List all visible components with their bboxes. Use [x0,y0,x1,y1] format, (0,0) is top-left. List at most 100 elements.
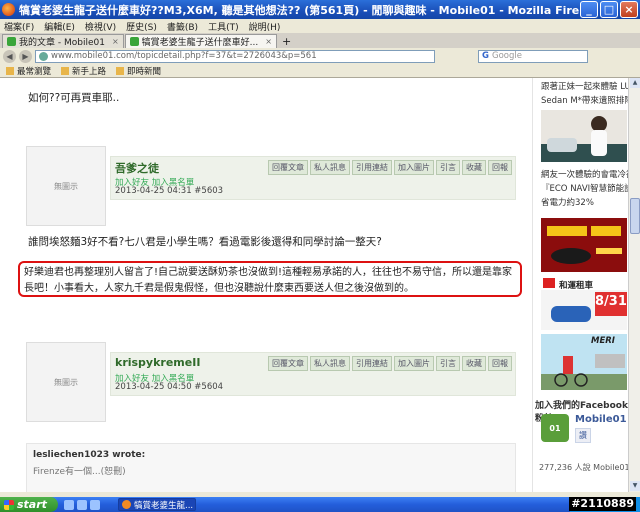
bookmark-getting-started[interactable]: 新手上路 [61,65,106,77]
quote-link-button[interactable]: 引用連結 [352,356,392,371]
facebook-widget: 01 Mobile01 讚 [541,412,627,452]
favorite-button[interactable]: 收藏 [462,160,486,175]
window-controls: _ □ × [580,1,638,18]
menu-history[interactable]: 歷史(S) [126,20,157,33]
quote-button[interactable]: 引言 [436,160,460,175]
windows-taskbar: start 犒賞老婆生龍... [0,497,640,512]
report-button[interactable]: 回報 [488,160,512,175]
quoted-reply: lesliechen1023 wrote: Firenze有一個...(恕刪) [26,443,516,492]
post-actions: 回覆文章 私人訊息 引用連結 加入圖片 引言 收藏 回報 [268,160,512,175]
tab-label: 犒賞老婆生龍子送什麼車好... [141,38,259,48]
ad-headline[interactable]: Sedan M*帶來遺照排隊 [541,94,628,106]
new-tab-button[interactable]: + [278,34,295,48]
tab-my-articles[interactable]: 我的文章 - Mobile01 × [2,34,124,48]
menu-view[interactable]: 檢視(V) [85,20,116,33]
quick-launch-icon[interactable] [77,499,87,510]
search-bar[interactable]: G Google [478,49,588,63]
mobile01-logo[interactable]: 01 [541,414,569,442]
tab-close-icon[interactable]: × [265,37,272,46]
windows-logo-icon [4,499,14,510]
quote-link-button[interactable]: 引用連結 [352,160,392,175]
quote-button[interactable]: 引言 [436,356,460,371]
back-icon[interactable]: ◀ [3,49,16,63]
taskbar-firefox-window[interactable]: 犒賞老婆生龍... [118,498,196,511]
window-titlebar: 犒賞老婆生龍子送什麼車好??M3,X6M, 聽是其他想法?? (第561頁) -… [0,0,640,19]
tab-current-topic[interactable]: 犒賞老婆生龍子送什麼車好... × [124,34,277,48]
ad-headline[interactable]: 『ECO NAVI智慧節能設 [541,182,628,194]
menu-help[interactable]: 說明(H) [249,20,281,33]
tab-strip: 我的文章 - Mobile01 × 犒賞老婆生龍子送什麼車好... × + [0,33,640,48]
site-identity-icon [39,51,48,61]
add-image-button[interactable]: 加入圖片 [394,160,434,175]
bookmarks-toolbar: 最常瀏覽 新手上路 即時新聞 [0,64,640,78]
user-info-box: krispykremeII 加入好友 加入黑名單 2013-04-25 04:5… [110,352,516,396]
page-scrollbar[interactable]: ▲ ▼ [628,78,640,492]
favorite-button[interactable]: 收藏 [462,356,486,371]
private-message-button[interactable]: 私人訊息 [310,160,350,175]
bookmark-news[interactable]: 即時新聞 [116,65,161,77]
search-placeholder: Google [491,51,522,61]
ad-model-image[interactable] [541,110,627,162]
start-button[interactable]: start [0,497,58,512]
reply-button[interactable]: 回覆文章 [268,160,308,175]
menu-edit[interactable]: 編輯(E) [44,20,75,33]
add-image-button[interactable]: 加入圖片 [394,356,434,371]
post-text: 如何??可再買車耶.. [28,92,120,104]
scroll-up-icon[interactable]: ▲ [630,78,640,88]
close-button[interactable]: × [620,1,638,18]
minimize-button[interactable]: _ [580,1,598,18]
scroll-down-icon[interactable]: ▼ [630,481,640,491]
thread-column: 如何??可再買車耶.. 無圖示 吾爹之徒 加入好友 加入黑名單 2013-04-… [18,78,528,492]
ad-headline[interactable]: 跟著正妹一起來體驗 LUX [541,80,628,92]
reply-button[interactable]: 回覆文章 [268,356,308,371]
tab-label: 我的文章 - Mobile01 [19,38,105,48]
ad-brand[interactable]: 和運租車 [559,279,593,291]
post-text: 誰問埃怒麵3好不看?七八君是小學生嗎？看過電影後還得和同學討論一整天? [28,236,382,248]
quick-launch-icon[interactable] [90,499,100,510]
post-meta: 2013-04-25 04:50 #5604 [115,382,224,392]
post-header: 無圖示 krispykremeII 加入好友 加入黑名單 2013-04-25 … [26,342,516,424]
quick-launch [58,497,118,512]
window-title: 犒賞老婆生龍子送什麼車好??M3,X6M, 聽是其他想法?? (第561頁) -… [19,3,579,17]
tab-close-icon[interactable]: × [112,37,119,46]
quick-launch-icon[interactable] [64,499,74,510]
facebook-page-name[interactable]: Mobile01 [575,414,627,425]
mobile01-favicon [129,37,139,46]
facebook-like-count: 277,236 人說 Mobile01 讚 [539,463,628,472]
report-button[interactable]: 回報 [488,356,512,371]
firefox-icon [2,3,15,16]
ad-car-banner[interactable] [541,218,627,272]
quote-excerpt[interactable]: Firenze有一個...(恕刪) [33,464,509,477]
menu-file[interactable]: 檔案(F) [4,20,34,33]
scroll-thumb[interactable] [630,198,640,234]
forward-icon[interactable]: ▶ [19,49,32,63]
maximize-button[interactable]: □ [600,1,618,18]
mobile01-favicon [7,37,16,46]
ad-headline[interactable]: 網友一次體驗的會電冷卻 [541,168,628,180]
menu-tools[interactable]: 工具(T) [208,20,239,33]
navigation-bar: ◀ ▶ www.mobile01.com/topicdetail.php?f=3… [0,48,640,64]
quote-author: lesliechen1023 wrote: [33,450,146,460]
url-bar[interactable]: www.mobile01.com/topicdetail.php?f=37&t=… [35,49,435,63]
menubar: 檔案(F) 編輯(E) 檢視(V) 歷史(S) 書籤(B) 工具(T) 說明(H… [0,19,640,33]
post-meta: 2013-04-25 04:31 #5603 [115,186,224,196]
post-header: 無圖示 吾爹之徒 加入好友 加入黑名單 2013-04-25 04:31 #56… [26,146,516,228]
ad-date[interactable]: 8/31 [595,294,627,309]
highlighted-quote: 好樂迪君也再整理別人留言了!自己說要送酥奶茶也沒做到!這種輕易承諾的人，往往也不… [18,261,522,297]
username[interactable]: krispykremeII [115,356,200,369]
url-text: www.mobile01.com/topicdetail.php?f=37&t=… [51,51,317,61]
sidebar: 跟著正妹一起來體驗 LUX Sedan M*帶來遺照排隊 網友一次體驗的會電冷卻… [532,78,628,492]
bookmark-most-visited[interactable]: 最常瀏覽 [6,65,51,77]
post-actions: 回覆文章 私人訊息 引用連結 加入圖片 引言 收藏 回報 [268,356,512,371]
avatar: 無圖示 [26,146,106,226]
facebook-like-button[interactable]: 讚 [575,428,591,443]
watermark: #2110889 [569,497,636,511]
username[interactable]: 吾爹之徒 [115,160,159,176]
menu-bookmarks[interactable]: 書籤(B) [167,20,198,33]
rss-icon [116,66,125,75]
private-message-button[interactable]: 私人訊息 [310,356,350,371]
google-icon: G [482,51,489,61]
ad-headline[interactable]: 省電力約32% [541,196,594,208]
ad-brand[interactable]: MERI [591,336,615,346]
folder-icon [6,66,14,75]
